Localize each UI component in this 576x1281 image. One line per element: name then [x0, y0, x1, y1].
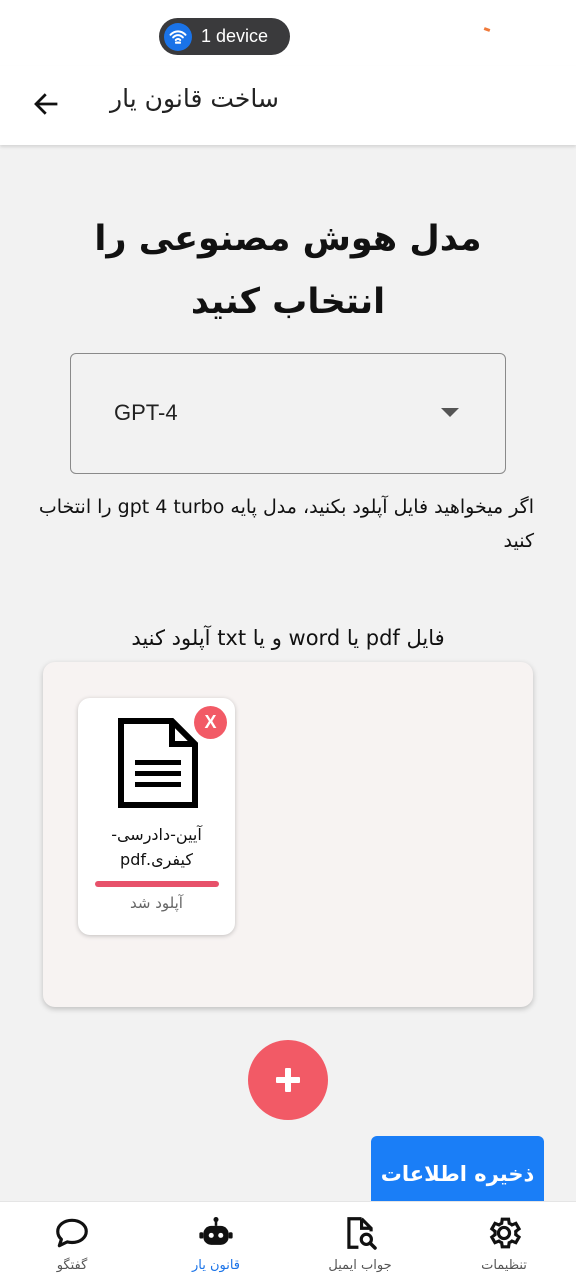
model-select[interactable]: GPT-4	[70, 353, 506, 474]
upload-area: X آیین-دادرسی-کیفری.pdf آپلود شد	[43, 662, 533, 1007]
nav-label-law-assistant: قانون یار	[191, 1258, 241, 1273]
chat-bubble-icon	[56, 1218, 88, 1248]
app-bar: ساخت قانون یار	[0, 66, 576, 145]
back-button[interactable]	[24, 82, 68, 126]
file-name: آیین-دادرسی-کیفری.pdf	[111, 825, 202, 869]
device-label: 1 device	[201, 26, 269, 46]
nav-label-chat: گفتگو	[56, 1258, 88, 1273]
nav-item-email-reply[interactable]: جواب ایمیل	[288, 1202, 432, 1281]
save-button-label: ذخیره اطلاعات	[380, 1162, 535, 1186]
document-icon	[118, 718, 198, 808]
gear-icon	[489, 1217, 522, 1249]
robot-icon	[199, 1217, 233, 1245]
upload-progress-fill	[95, 881, 219, 887]
plus-icon	[276, 1068, 300, 1092]
add-file-button[interactable]	[248, 1040, 328, 1120]
status-bar: 1 device	[0, 0, 576, 66]
page-title: ساخت قانون یار	[110, 84, 279, 113]
file-card[interactable]: X آیین-دادرسی-کیفری.pdf آپلود شد	[78, 698, 235, 935]
nav-label-email-reply: جواب ایمیل	[328, 1258, 392, 1273]
nav-label-settings: تنظیمات	[481, 1258, 527, 1273]
status-dot-icon	[483, 27, 491, 32]
model-hint-text: اگر میخواهید فایل آپلود بکنید، مدل پایه …	[38, 496, 534, 552]
file-status: آپلود شد	[130, 894, 183, 912]
dropdown-caret-icon	[441, 408, 459, 417]
arrow-back-icon	[34, 93, 58, 115]
model-select-value: GPT-4	[114, 400, 178, 425]
device-indicator[interactable]: 1 device	[159, 18, 290, 55]
nav-item-settings[interactable]: تنظیمات	[432, 1202, 576, 1281]
upload-progress-bar	[95, 881, 219, 887]
bottom-nav: تنظیمات جواب ایمیل قانون یار گفتگو	[0, 1201, 576, 1281]
document-search-icon	[347, 1217, 377, 1250]
remove-file-button[interactable]: X	[194, 706, 227, 739]
upload-hint-text: فایل pdf یا word و یا txt آپلود کنید	[131, 626, 445, 650]
nav-item-chat[interactable]: گفتگو	[0, 1202, 144, 1281]
model-heading: مدل هوش مصنوعی را انتخاب کنید	[94, 219, 482, 322]
wifi-icon	[164, 22, 192, 51]
nav-item-law-assistant[interactable]: قانون یار	[144, 1202, 288, 1281]
